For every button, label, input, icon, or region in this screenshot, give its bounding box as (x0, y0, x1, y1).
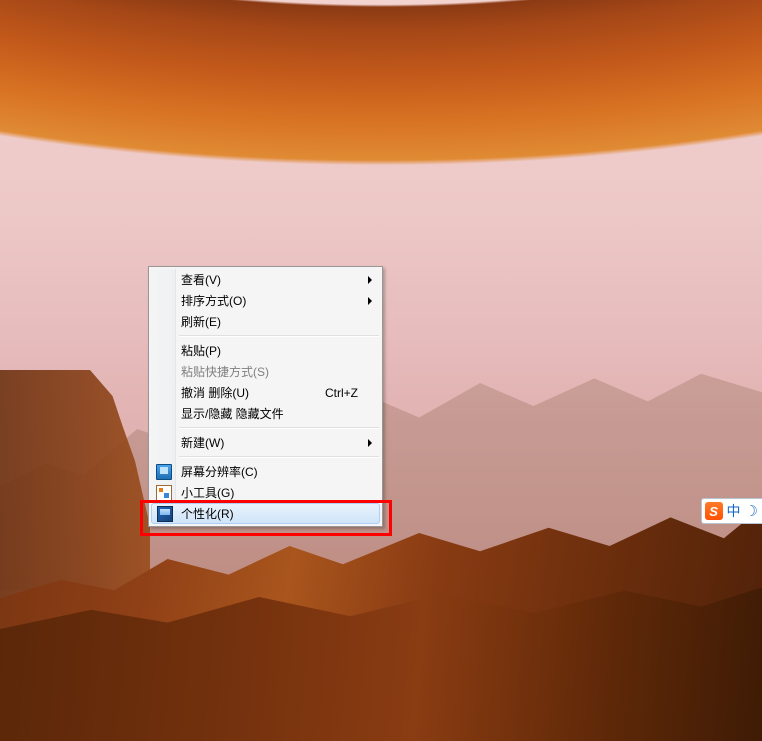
monitor-icon (156, 464, 172, 480)
menu-item-paste-shortcut: 粘贴快捷方式(S) (151, 361, 380, 382)
menu-item-label: 新建(W) (181, 434, 224, 451)
menu-item-label: 排序方式(O) (181, 292, 246, 309)
menu-item-label: 显示/隐藏 隐藏文件 (181, 405, 284, 422)
menu-separator (179, 335, 379, 337)
menu-item-paste[interactable]: 粘贴(P) (151, 340, 380, 361)
desktop[interactable]: 查看(V) 排序方式(O) 刷新(E) 粘贴(P) 粘贴快捷方式(S) 撤消 删… (0, 0, 762, 741)
menu-item-refresh[interactable]: 刷新(E) (151, 311, 380, 332)
menu-item-label: 粘贴(P) (181, 342, 221, 359)
menu-item-label: 撤消 删除(U) (181, 384, 249, 401)
menu-separator (179, 427, 379, 429)
ime-mode-label: 中 (727, 501, 741, 521)
menu-item-personalize[interactable]: 个性化(R) (151, 503, 380, 524)
menu-item-label: 个性化(R) (181, 505, 234, 522)
sogou-logo-icon: S (705, 502, 723, 520)
menu-item-label: 粘贴快捷方式(S) (181, 363, 269, 380)
menu-item-shortcut: Ctrl+Z (325, 386, 358, 400)
menu-item-gadgets[interactable]: 小工具(G) (151, 482, 380, 503)
submenu-arrow-icon (368, 276, 372, 284)
menu-item-view[interactable]: 查看(V) (151, 269, 380, 290)
desktop-context-menu: 查看(V) 排序方式(O) 刷新(E) 粘贴(P) 粘贴快捷方式(S) 撤消 删… (148, 266, 383, 527)
submenu-arrow-icon (368, 297, 372, 305)
gadget-icon (156, 485, 172, 501)
moon-icon: ☽ (745, 504, 758, 519)
ime-indicator[interactable]: S 中 ☽ (701, 498, 762, 524)
menu-item-new[interactable]: 新建(W) (151, 432, 380, 453)
menu-item-sort[interactable]: 排序方式(O) (151, 290, 380, 311)
menu-item-label: 小工具(G) (181, 484, 234, 501)
personalize-icon (157, 506, 173, 522)
menu-separator (179, 456, 379, 458)
menu-item-undo-delete[interactable]: 撤消 删除(U) Ctrl+Z (151, 382, 380, 403)
menu-item-label: 屏幕分辨率(C) (181, 463, 258, 480)
menu-item-label: 刷新(E) (181, 313, 221, 330)
menu-item-toggle-hidden-files[interactable]: 显示/隐藏 隐藏文件 (151, 403, 380, 424)
submenu-arrow-icon (368, 439, 372, 447)
menu-item-screen-resolution[interactable]: 屏幕分辨率(C) (151, 461, 380, 482)
context-menu-items: 查看(V) 排序方式(O) 刷新(E) 粘贴(P) 粘贴快捷方式(S) 撤消 删… (151, 269, 380, 524)
menu-item-label: 查看(V) (181, 271, 221, 288)
